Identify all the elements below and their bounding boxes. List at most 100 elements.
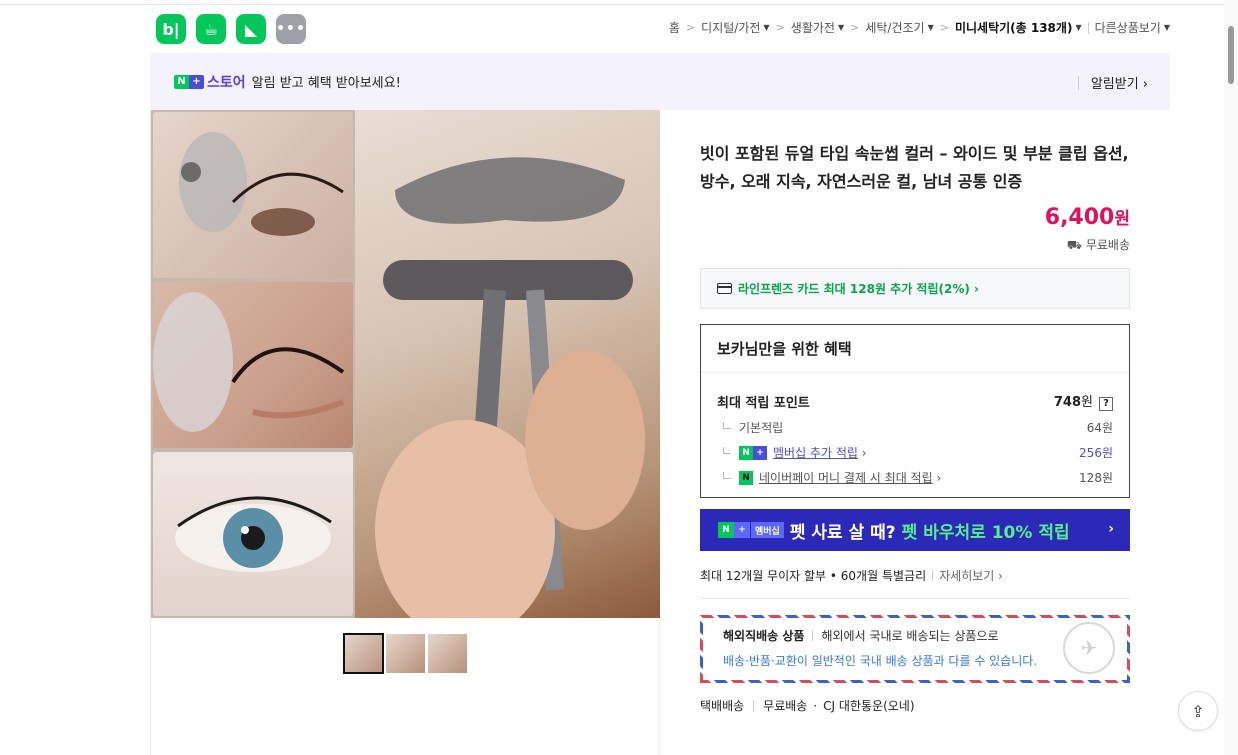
naverpay-points-value: 128원 [1079, 471, 1113, 485]
installment-more-link[interactable]: 자세히보기 › [939, 567, 1003, 584]
overseas-note: 배송·반품·교환이 일반적인 국내 배송 상품과 다를 수 있습니다. [723, 654, 1038, 668]
delivery-info: 택배배송 무료배송 · CJ 대한통운(오네) [700, 697, 1130, 714]
max-points-value: 748 [1053, 395, 1082, 410]
help-icon[interactable]: ? [1099, 397, 1113, 411]
badge-n: N [718, 522, 734, 538]
max-points-unit: 원 [1081, 395, 1093, 410]
app-shortcuts: b| ☕ ◣ ••• [156, 14, 306, 44]
banner-text: 알림 받고 혜택 받아보세요! [251, 76, 401, 91]
chevron-right-icon: > [685, 21, 696, 34]
badge-n: N [174, 74, 189, 89]
delivery-carrier: CJ 대한통운(오네) [823, 699, 915, 713]
price-unit: 원 [1114, 209, 1130, 229]
chevron-right-icon: › [857, 445, 867, 460]
installment-text: 최대 12개월 무이자 할부 • 60개월 특별금리 [700, 569, 927, 583]
membership-tag: N + 멤버십 [718, 522, 784, 538]
badge-plus: + [189, 74, 204, 89]
naver-blog-icon[interactable]: b| [156, 14, 186, 44]
promo-highlight: 펫 바우처로 10% 적립 [901, 522, 1070, 543]
caret-down-icon[interactable]: ▼ [928, 23, 934, 32]
price-value: 6,400 [1044, 205, 1115, 230]
membership-points-link[interactable]: 멤버십 추가 적립 [773, 444, 858, 461]
max-points-row: 최대 적립 포인트 748원? [701, 391, 1129, 411]
chevron-right-icon: > [775, 21, 785, 34]
divider [932, 570, 934, 581]
tree-connector [723, 472, 731, 479]
promo-text: 펫 사료 살 때? [789, 522, 896, 543]
divider [812, 630, 814, 641]
installment-info: 최대 12개월 무이자 할부 • 60개월 특별금리 자세히보기 › [700, 567, 1130, 599]
other-products-link[interactable]: 다른상품보기 [1095, 19, 1161, 36]
scrollbar-thumb[interactable] [1228, 26, 1234, 84]
caret-down-icon[interactable]: ▼ [763, 23, 769, 32]
naverpay-points-row: N 네이버페이 머니 결제 시 최대 적립 › 128원 [701, 469, 1129, 486]
product-price: 6,400원 [700, 204, 1130, 230]
scrollbar[interactable] [1224, 0, 1238, 755]
eye-closeup-image [153, 112, 353, 278]
store-alert-banner: N + 스토어 알림 받고 혜택 받아보세요! 알림받기 › [150, 53, 1170, 110]
max-points-value-wrap: 748원? [1054, 391, 1113, 411]
eye-curler-image [153, 282, 353, 448]
tree-connector [723, 422, 731, 429]
breadcrumb-item-laundry[interactable]: 세탁/건조기 [865, 19, 924, 36]
dot-separator: · [813, 698, 818, 713]
chevron-right-icon: › [1108, 521, 1114, 537]
caret-down-icon[interactable]: ▼ [1075, 23, 1081, 32]
shipping-label: 무료배송 [1085, 238, 1130, 252]
product-main-image[interactable] [151, 110, 660, 618]
thumbnail-strip [343, 633, 467, 674]
pet-voucher-banner[interactable]: N + 멤버십 펫 사료 살 때? 펫 바우처로 10% 적립 › [700, 509, 1130, 551]
chevron-right-icon: > [850, 21, 860, 34]
share-icon[interactable]: ⇪ [1178, 691, 1218, 731]
thumbnail-2[interactable] [386, 634, 425, 673]
curler-in-hand-image [355, 110, 660, 618]
chevron-right-icon: > [939, 21, 949, 34]
membership-points-row: N + 멤버십 추가 적립 › 256원 [701, 444, 1129, 461]
airplane-stamp-icon: ✈ [1063, 622, 1115, 674]
breadcrumb-item-digital[interactable]: 디지털/가전 [701, 19, 760, 36]
more-apps-icon[interactable]: ••• [276, 14, 306, 44]
divider [1087, 21, 1089, 34]
delivery-method: 택배배송 [700, 699, 745, 713]
alarm-label: 알림받기 › [1090, 77, 1148, 92]
membership-tag-label: 멤버십 [750, 522, 784, 538]
max-points-label: 최대 적립 포인트 [717, 395, 810, 411]
thumbnail-3[interactable] [428, 634, 467, 673]
overseas-desc: 해외에서 국내로 배송되는 상품으로 [821, 629, 999, 643]
breadcrumb-count: (총 138개) [1010, 21, 1073, 35]
naverpay-badge: N [739, 470, 753, 485]
alarm-button[interactable]: 알림받기 › [1077, 73, 1148, 92]
naver-cafe-icon[interactable]: ☕ [196, 14, 226, 44]
card-benefit-text: 라인프렌즈 카드 최대 128원 추가 적립(2%) › [738, 282, 979, 296]
shipping-info: ⛟ 무료배송 [700, 236, 1130, 254]
breadcrumb-current[interactable]: 미니세탁기 [955, 19, 1010, 36]
basic-points-value: 64원 [1086, 421, 1113, 435]
truck-icon: ⛟ [1066, 238, 1082, 252]
naver-map-icon[interactable]: ◣ [236, 14, 266, 44]
naver-plus-logo: N + [174, 74, 204, 89]
overseas-title: 해외직배송 상품 [723, 629, 805, 643]
naverpay-points-link[interactable]: 네이버페이 머니 결제 시 최대 적립 [759, 469, 933, 486]
thumbnail-1[interactable] [343, 633, 384, 674]
product-title: 빗이 포함된 듀얼 타입 속눈썹 컬러 – 와이드 및 부분 클립 옵션, 방수… [700, 144, 1129, 191]
naver-plus-badge: N + [739, 445, 767, 460]
basic-points-row: 기본적립 64원 [701, 419, 1129, 436]
tree-connector [723, 447, 731, 454]
benefit-heading: 보카님만을 위한 혜택 [701, 325, 1129, 373]
breadcrumb-home[interactable]: 홈 [669, 19, 680, 36]
card-benefit-link[interactable]: 라인프렌즈 카드 최대 128원 추가 적립(2%) › [700, 268, 1130, 309]
delivery-fee: 무료배송 [763, 699, 808, 713]
basic-points-label: 기본적립 [739, 421, 784, 435]
product-gallery [150, 110, 660, 755]
divider [753, 700, 755, 711]
breadcrumb-item-living[interactable]: 생활가전 [791, 19, 835, 36]
eye-result-image [153, 452, 353, 616]
overseas-shipping-notice: 해외직배송 상품 해외에서 국내로 배송되는 상품으로 배송·반품·교환이 일반적… [700, 615, 1130, 683]
divider [1077, 75, 1079, 90]
badge-plus: + [734, 522, 750, 538]
caret-down-icon[interactable]: ▼ [1164, 23, 1170, 32]
caret-down-icon[interactable]: ▼ [838, 23, 844, 32]
product-info: 빗이 포함된 듀얼 타입 속눈썹 컬러 – 와이드 및 부분 클립 옵션, 방수… [700, 110, 1130, 714]
chevron-right-icon: › [932, 470, 942, 485]
credit-card-icon [717, 283, 732, 294]
